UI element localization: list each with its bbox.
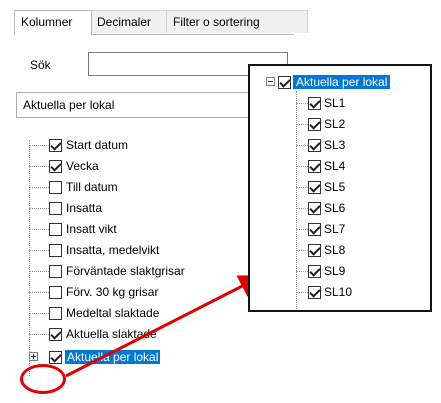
checkbox[interactable] bbox=[308, 202, 321, 215]
checkbox[interactable] bbox=[308, 181, 321, 194]
zoom-root-item[interactable]: Aktuella per lokal bbox=[266, 73, 426, 93]
checkbox[interactable] bbox=[308, 118, 321, 131]
checkbox[interactable] bbox=[308, 286, 321, 299]
column-settings-panel: Kolumner Decimaler Filter o sortering Sö… bbox=[0, 0, 441, 403]
zoom-child-label: SL1 bbox=[324, 96, 346, 110]
zoomed-tree-callout: Aktuella per lokal SL1 SL2 SL3 SL4 SL5 S… bbox=[248, 64, 432, 312]
zoom-child-label: SL8 bbox=[324, 243, 346, 257]
checkbox[interactable] bbox=[308, 223, 321, 236]
zoom-child-item[interactable]: SL9 bbox=[296, 262, 416, 282]
checkbox[interactable] bbox=[308, 160, 321, 173]
checkbox[interactable] bbox=[308, 244, 321, 257]
zoom-child-item[interactable]: SL3 bbox=[296, 136, 416, 156]
zoom-child-label: SL6 bbox=[324, 201, 346, 215]
zoom-child-item[interactable]: SL2 bbox=[296, 115, 416, 135]
zoom-child-label: SL7 bbox=[324, 222, 346, 236]
zoom-child-item[interactable]: SL4 bbox=[296, 157, 416, 177]
tab-kolumner[interactable]: Kolumner bbox=[14, 10, 92, 35]
zoom-root-label: Aktuella per lokal bbox=[293, 75, 391, 89]
zoom-child-item[interactable]: SL7 bbox=[296, 220, 416, 240]
zoom-child-item[interactable]: SL5 bbox=[296, 178, 416, 198]
checkbox[interactable] bbox=[308, 139, 321, 152]
zoom-child-label: SL3 bbox=[324, 138, 346, 152]
checkbox[interactable] bbox=[308, 97, 321, 110]
collapse-minus-icon[interactable] bbox=[266, 77, 275, 86]
zoom-child-item[interactable]: SL8 bbox=[296, 241, 416, 261]
zoom-child-label: SL10 bbox=[324, 285, 353, 299]
checkbox[interactable] bbox=[308, 265, 321, 278]
zoom-child-label: SL4 bbox=[324, 159, 346, 173]
zoom-child-label: SL9 bbox=[324, 264, 346, 278]
zoom-child-label: SL5 bbox=[324, 180, 346, 194]
checkbox[interactable] bbox=[278, 76, 291, 89]
zoom-child-item[interactable]: SL10 bbox=[296, 283, 416, 303]
zoom-child-item[interactable]: SL6 bbox=[296, 199, 416, 219]
zoom-child-item[interactable]: SL1 bbox=[296, 94, 416, 114]
zoom-child-label: SL2 bbox=[324, 117, 346, 131]
